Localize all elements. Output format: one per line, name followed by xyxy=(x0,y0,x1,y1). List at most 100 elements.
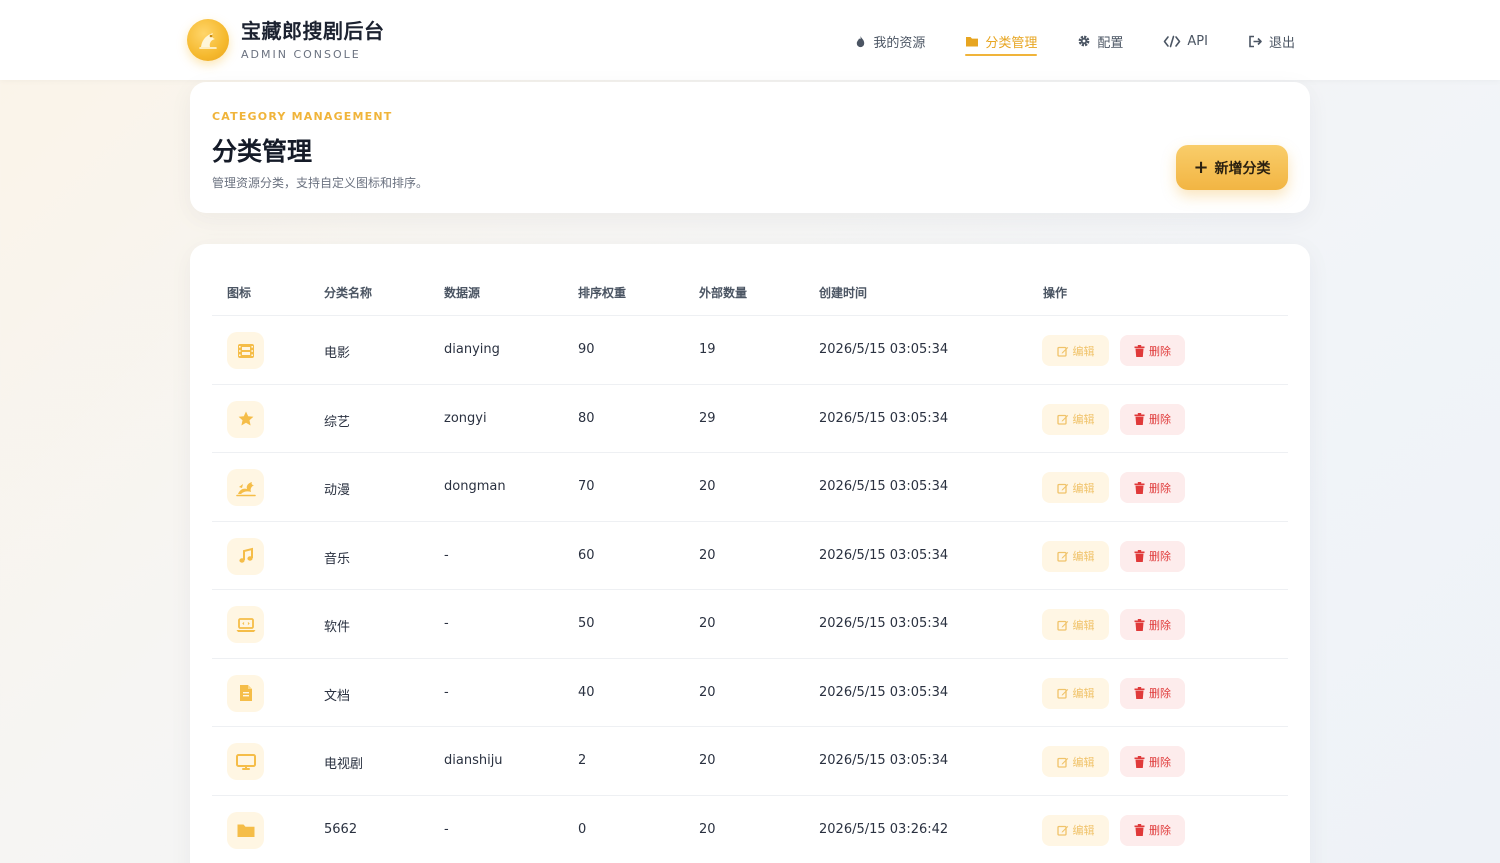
nav-my-resources[interactable]: 我的资源 xyxy=(854,30,925,52)
category-count: 20 xyxy=(699,479,716,494)
document-icon xyxy=(227,674,264,712)
edit-button[interactable]: 编辑 xyxy=(1042,335,1109,366)
table-row: 动漫 dongman 70 20 2026/5/15 03:05:34 编辑 删除 xyxy=(212,453,1288,522)
category-count: 20 xyxy=(699,616,716,631)
nav-label: 退出 xyxy=(1268,35,1295,51)
top-bar: 宝藏郎搜剧后台 ADMIN CONSOLE 我的资源 分类管理 配置 API 退… xyxy=(0,0,1500,80)
nav-settings[interactable]: 配置 xyxy=(1077,30,1123,52)
delete-label: 删除 xyxy=(1149,755,1171,769)
category-created: 2026/5/15 03:05:34 xyxy=(819,410,949,426)
category-weight: 90 xyxy=(578,342,595,357)
nav-label: 分类管理 xyxy=(985,35,1038,51)
delete-label: 删除 xyxy=(1149,824,1171,837)
trash-icon xyxy=(1134,344,1145,357)
category-name: 电影 xyxy=(324,346,351,361)
category-weight: 60 xyxy=(578,547,595,563)
add-category-label: 新增分类 xyxy=(1214,160,1271,177)
delete-button[interactable]: 删除 xyxy=(1120,677,1185,709)
category-count: 20 xyxy=(699,821,716,837)
category-created: 2026/5/15 03:05:34 xyxy=(819,684,949,700)
brand[interactable]: 宝藏郎搜剧后台 ADMIN CONSOLE xyxy=(187,19,385,61)
category-created: 2026/5/15 03:05:34 xyxy=(819,753,949,768)
page-eyebrow: CATEGORY MANAGEMENT xyxy=(212,110,393,123)
category-count: 20 xyxy=(699,753,716,768)
category-source: dianying xyxy=(444,342,500,357)
column-header-weight: 排序权重 xyxy=(578,286,627,300)
category-name: 文档 xyxy=(324,688,351,704)
nav-api[interactable]: API xyxy=(1163,30,1208,52)
edit-label: 编辑 xyxy=(1072,755,1095,769)
edit-icon xyxy=(1056,620,1068,631)
edit-label: 编辑 xyxy=(1072,413,1095,426)
page-description: 管理资源分类，支持自定义图标和排序。 xyxy=(212,176,429,190)
folder-icon xyxy=(966,36,979,46)
edit-icon xyxy=(1056,483,1068,494)
table-body: 电影 dianying 90 19 2026/5/15 03:05:34 编辑 删除 综艺 zo… xyxy=(212,316,1288,863)
trash-icon xyxy=(1134,755,1145,768)
trash-icon xyxy=(1134,618,1145,631)
delete-button[interactable]: 删除 xyxy=(1120,403,1185,435)
category-table-card: 图标 分类名称 数据源 排序权重 外部数量 创建时间 操作 电影 dianying… xyxy=(190,244,1310,863)
delete-button[interactable]: 删除 xyxy=(1120,472,1185,503)
nav-category-management[interactable]: 分类管理 xyxy=(965,30,1038,56)
category-name: 音乐 xyxy=(324,551,351,567)
delete-button[interactable]: 删除 xyxy=(1120,540,1185,572)
category-created: 2026/5/15 03:05:34 xyxy=(819,547,949,563)
category-weight: 80 xyxy=(578,410,595,426)
code-icon xyxy=(1164,35,1181,47)
laptop-icon xyxy=(227,606,264,643)
edit-label: 编辑 xyxy=(1072,550,1095,563)
brand-title: 宝藏郎搜剧后台 xyxy=(241,19,385,43)
trash-icon xyxy=(1134,481,1145,494)
nav-label: 我的资源 xyxy=(873,35,926,51)
folder-icon xyxy=(227,811,264,849)
delete-button[interactable]: 删除 xyxy=(1120,335,1185,366)
page-title: 分类管理 xyxy=(212,137,313,166)
column-header-icon: 图标 xyxy=(227,286,252,300)
edit-button[interactable]: 编辑 xyxy=(1042,814,1109,846)
edit-icon xyxy=(1056,757,1068,768)
delete-button[interactable]: 删除 xyxy=(1120,609,1185,640)
category-created: 2026/5/15 03:05:34 xyxy=(819,616,949,631)
category-name: 动漫 xyxy=(324,483,351,498)
delete-label: 删除 xyxy=(1149,344,1171,358)
delete-label: 删除 xyxy=(1149,687,1171,700)
table-header: 图标 分类名称 数据源 排序权重 外部数量 创建时间 操作 xyxy=(212,274,1288,316)
category-name: 电视剧 xyxy=(324,757,364,772)
nav-label: 配置 xyxy=(1097,35,1124,51)
edit-icon xyxy=(1056,346,1068,357)
plus-icon: + xyxy=(1193,157,1209,178)
category-source: - xyxy=(444,684,449,700)
trash-icon xyxy=(1134,550,1145,562)
edit-button[interactable]: 编辑 xyxy=(1042,540,1109,572)
delete-button[interactable]: 删除 xyxy=(1120,746,1185,777)
star-icon xyxy=(227,400,264,438)
category-source: dongman xyxy=(444,479,506,494)
nav-logout[interactable]: 退出 xyxy=(1248,30,1295,52)
edit-icon xyxy=(1056,825,1068,836)
table-row: 文档 - 40 20 2026/5/15 03:05:34 编辑 删除 xyxy=(212,659,1288,727)
category-created: 2026/5/15 03:26:42 xyxy=(819,821,949,837)
edit-button[interactable]: 编辑 xyxy=(1042,746,1109,777)
add-category-button[interactable]: + 新增分类 xyxy=(1176,145,1288,190)
edit-button[interactable]: 编辑 xyxy=(1042,609,1109,640)
category-weight: 2 xyxy=(578,753,587,768)
column-header-created: 创建时间 xyxy=(819,286,868,300)
table-row: 综艺 zongyi 80 29 2026/5/15 03:05:34 编辑 删除 xyxy=(212,385,1288,453)
category-source: zongyi xyxy=(444,410,487,426)
film-icon xyxy=(227,332,264,369)
edit-icon xyxy=(1056,414,1068,425)
delete-label: 删除 xyxy=(1149,413,1171,426)
fire-icon xyxy=(857,35,865,47)
delete-label: 删除 xyxy=(1149,481,1171,495)
edit-button[interactable]: 编辑 xyxy=(1042,677,1109,709)
delete-label: 删除 xyxy=(1149,550,1171,563)
category-source: - xyxy=(444,547,449,563)
category-count: 19 xyxy=(699,342,716,357)
trash-icon xyxy=(1134,413,1145,425)
edit-button[interactable]: 编辑 xyxy=(1042,403,1109,435)
edit-icon xyxy=(1056,688,1068,699)
delete-button[interactable]: 删除 xyxy=(1120,814,1185,846)
category-weight: 50 xyxy=(578,616,595,631)
edit-button[interactable]: 编辑 xyxy=(1042,472,1109,503)
